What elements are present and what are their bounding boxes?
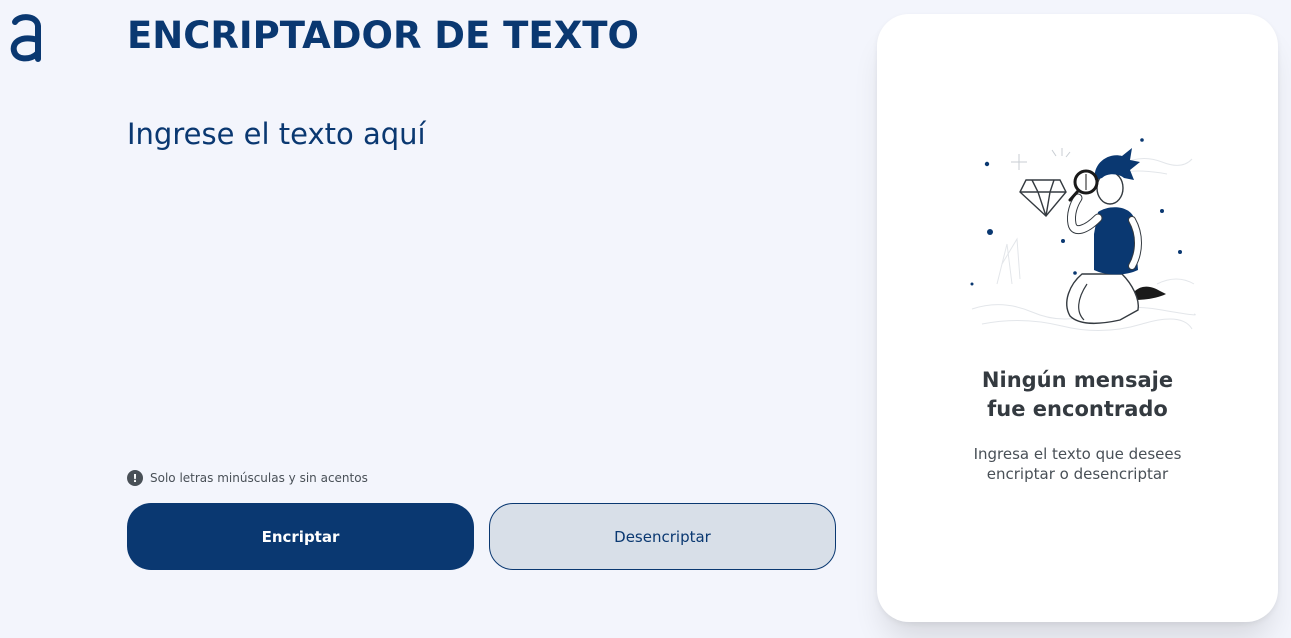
result-panel: Ningún mensaje fue encontrado Ingresa el… (877, 14, 1278, 622)
no-message-description: Ingresa el texto que desees encriptar o … (973, 445, 1182, 483)
exclamation-circle-icon: ! (127, 470, 143, 486)
no-message-title: Ningún mensaje fue encontrado (981, 368, 1174, 421)
alura-logo-icon[interactable] (10, 13, 42, 63)
input-hint: ! Solo letras minúsculas y sin acentos (127, 470, 368, 486)
text-input[interactable] (127, 110, 827, 450)
person-with-magnifying-glass-illustration (970, 138, 1196, 331)
encrypt-button[interactable]: Encriptar (127, 503, 474, 570)
page-title: ENCRIPTADOR DE TEXTO (127, 14, 639, 57)
hint-text: Solo letras minúsculas y sin acentos (150, 471, 368, 485)
decrypt-button[interactable]: Desencriptar (489, 503, 836, 570)
